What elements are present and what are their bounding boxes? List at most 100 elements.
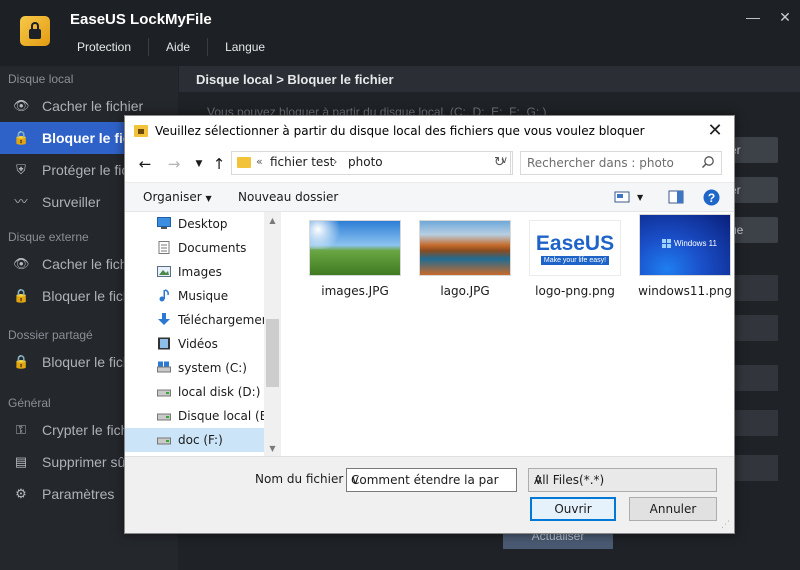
dialog-app-icon	[134, 125, 148, 137]
system-drive-icon	[157, 361, 171, 373]
file-item-images[interactable]: images.JPG	[300, 220, 410, 298]
lake-thumbnail	[419, 220, 511, 276]
app-titlebar: EaseUS LockMyFile Protection Aide Langue…	[0, 0, 800, 66]
filename-label: Nom du fichier :	[255, 472, 352, 486]
file-type-dropdown-icon[interactable]: ∨	[534, 473, 711, 487]
nav-item-system-c[interactable]: system (C:)	[125, 356, 281, 380]
new-folder-button[interactable]: Nouveau dossier	[238, 190, 338, 204]
nav-item-images[interactable]: Images	[125, 260, 281, 284]
open-button[interactable]: Ouvrir	[530, 497, 616, 521]
lock-icon: 🔒	[13, 130, 30, 145]
help-icon[interactable]: ?	[703, 189, 720, 206]
up-arrow-icon[interactable]: ↑	[209, 154, 229, 174]
lock-icon: 🔒	[13, 288, 30, 303]
nav-item-local-disk-d[interactable]: local disk (D:)	[125, 380, 281, 404]
file-item-windows11[interactable]: Windows 11 windows11.png	[630, 214, 740, 298]
dialog-title: Veuillez sélectionner à partir du disque…	[155, 124, 645, 138]
scrollbar-thumb[interactable]	[266, 319, 279, 387]
windows11-thumbnail: Windows 11	[639, 214, 731, 276]
nav-item-documents[interactable]: Documents	[125, 236, 281, 260]
nav-item-doc-f[interactable]: doc (F:)	[125, 428, 281, 452]
address-segment-fichier-test[interactable]: fichier test	[270, 155, 334, 169]
scroll-down-icon[interactable]: ▼	[264, 440, 281, 457]
eye-slash-icon: 👁	[13, 98, 30, 113]
chevron-down-icon: ▼	[205, 194, 212, 203]
encrypt-icon: ⚿	[16, 422, 26, 437]
file-list: images.JPG lago.JPG EaseUS Make your lif…	[300, 214, 732, 450]
drive-icon	[157, 389, 171, 397]
drive-icon	[157, 413, 171, 421]
app-menu: Protection Aide Langue	[60, 38, 282, 56]
menu-langue[interactable]: Langue	[207, 38, 282, 56]
breadcrumb: Disque local > Bloquer le fichier	[179, 66, 800, 92]
dialog-close-icon[interactable]: ✕	[704, 120, 726, 142]
address-bar[interactable]: « fichier test › photo ∨	[231, 151, 513, 175]
dialog-nav-row: ← → ▼ ↑ « fichier test › photo ∨ ↻	[125, 146, 734, 182]
easeus-logo-thumbnail: EaseUS Make your life easy!	[529, 220, 621, 276]
file-item-lago[interactable]: lago.JPG	[410, 220, 520, 298]
organize-label: Organiser	[143, 190, 202, 204]
lock-icon: 🔒	[13, 354, 30, 369]
scroll-up-icon[interactable]: ▲	[264, 212, 281, 229]
back-arrow-icon[interactable]: ←	[135, 154, 155, 174]
folder-icon	[237, 157, 251, 168]
windows11-logo-text: Windows 11	[674, 239, 717, 248]
nav-item-label: Documents	[178, 241, 247, 255]
shield-icon: ⛨	[16, 162, 26, 177]
videos-icon	[158, 337, 170, 350]
app-title: EaseUS LockMyFile	[70, 11, 212, 28]
address-segment-photo[interactable]: photo	[348, 155, 383, 169]
file-name: windows11.png	[638, 284, 732, 298]
gear-icon: ⚙	[15, 486, 27, 501]
sidebar-item-label: Paramètres	[42, 486, 115, 502]
images-icon	[157, 266, 171, 277]
shredder-icon: ▤	[14, 454, 28, 469]
address-overflow[interactable]: «	[256, 155, 263, 168]
file-type-select[interactable]: All Files(*.*) ∨	[528, 468, 717, 492]
file-name: lago.JPG	[440, 284, 490, 298]
drive-icon	[157, 437, 171, 445]
filename-field[interactable]: Comment étendre la partition ∨	[346, 468, 517, 492]
menu-aide[interactable]: Aide	[148, 38, 207, 56]
file-item-logo[interactable]: EaseUS Make your life easy! logo-png.png	[520, 220, 630, 298]
dialog-titlebar: Veuillez sélectionner à partir du disque…	[125, 116, 734, 146]
forward-arrow-icon[interactable]: →	[164, 154, 184, 174]
refresh-icon[interactable]: ↻	[489, 151, 511, 175]
minimize-icon[interactable]: —	[740, 6, 766, 28]
nav-item-videos[interactable]: Vidéos	[125, 332, 281, 356]
address-chevron-icon[interactable]: ›	[333, 155, 337, 168]
documents-icon	[158, 241, 170, 254]
nav-item-label: Vidéos	[178, 337, 218, 351]
nav-item-label: Musique	[178, 289, 229, 303]
nav-item-disque-local-e[interactable]: Disque local (E:)	[125, 404, 281, 428]
view-options-chevron-icon[interactable]: ▼	[637, 193, 643, 202]
nav-item-music[interactable]: Musique	[125, 284, 281, 308]
resize-grip-icon[interactable]: ⋰	[721, 520, 731, 530]
navigation-scrollbar[interactable]: ▲ ▼	[264, 212, 281, 457]
filename-dropdown-icon[interactable]: ∨	[351, 473, 499, 487]
file-name: logo-png.png	[535, 284, 615, 298]
search-box	[520, 151, 722, 175]
svg-text:?: ?	[708, 191, 715, 205]
sidebar-item-label: Cacher le fichier	[42, 98, 144, 114]
nav-item-label: system (C:)	[178, 361, 247, 375]
dialog-toolbar: Organiser ▼ Nouveau dossier ▼ ?	[125, 182, 734, 212]
nav-item-desktop[interactable]: Desktop	[125, 212, 281, 236]
easeus-logo-text: EaseUS	[535, 232, 615, 255]
monitor-icon: 〰	[14, 194, 28, 209]
view-mode-icon[interactable]	[614, 190, 630, 204]
sidebar-item-label: Surveiller	[42, 194, 101, 210]
search-input[interactable]	[527, 155, 697, 171]
close-icon[interactable]: ✕	[772, 6, 798, 28]
recent-locations-chevron-icon[interactable]: ▼	[189, 154, 209, 174]
music-icon	[159, 289, 169, 302]
preview-pane-icon[interactable]	[668, 190, 684, 204]
menu-protection[interactable]: Protection	[60, 38, 148, 56]
nav-item-label: doc (F:)	[178, 433, 223, 447]
organize-button[interactable]: Organiser ▼	[143, 190, 212, 204]
search-icon[interactable]	[701, 155, 715, 169]
sidebar-section-local: Disque local	[8, 72, 74, 86]
nav-item-downloads[interactable]: Téléchargements	[125, 308, 281, 332]
cancel-button[interactable]: Annuler	[629, 497, 717, 521]
download-icon	[158, 313, 170, 325]
